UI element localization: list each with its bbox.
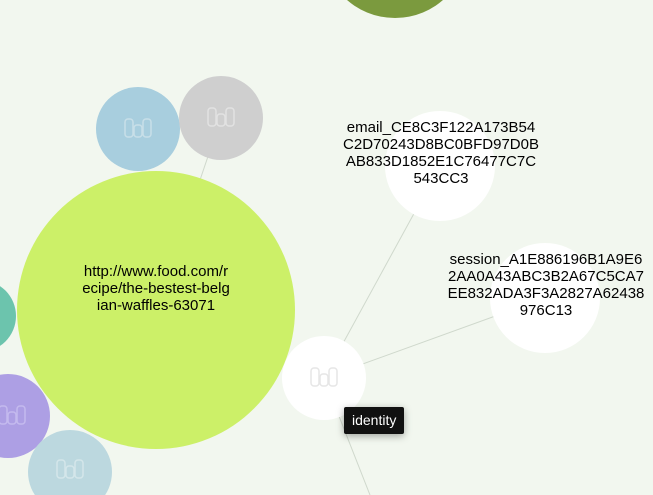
node-top-partial[interactable] — [322, 0, 468, 18]
node-teal-partial[interactable] — [0, 280, 16, 352]
node-grey[interactable] — [179, 76, 263, 160]
node-session-label: session_A1E886196B1A9E62AA0A43ABC3B2A67C… — [447, 251, 645, 319]
node-tooltip: identity — [344, 407, 405, 434]
node-url-label: http://www.food.com/recipe/the-bestest-b… — [82, 263, 230, 314]
node-blue[interactable] — [96, 87, 180, 171]
graph-canvas[interactable]: http://www.food.com/recipe/the-bestest-b… — [0, 0, 653, 495]
node-email-label: email_CE8C3F122A173B54C2D70243D8BC0BFD97… — [343, 119, 539, 187]
graph-svg[interactable] — [0, 0, 653, 495]
